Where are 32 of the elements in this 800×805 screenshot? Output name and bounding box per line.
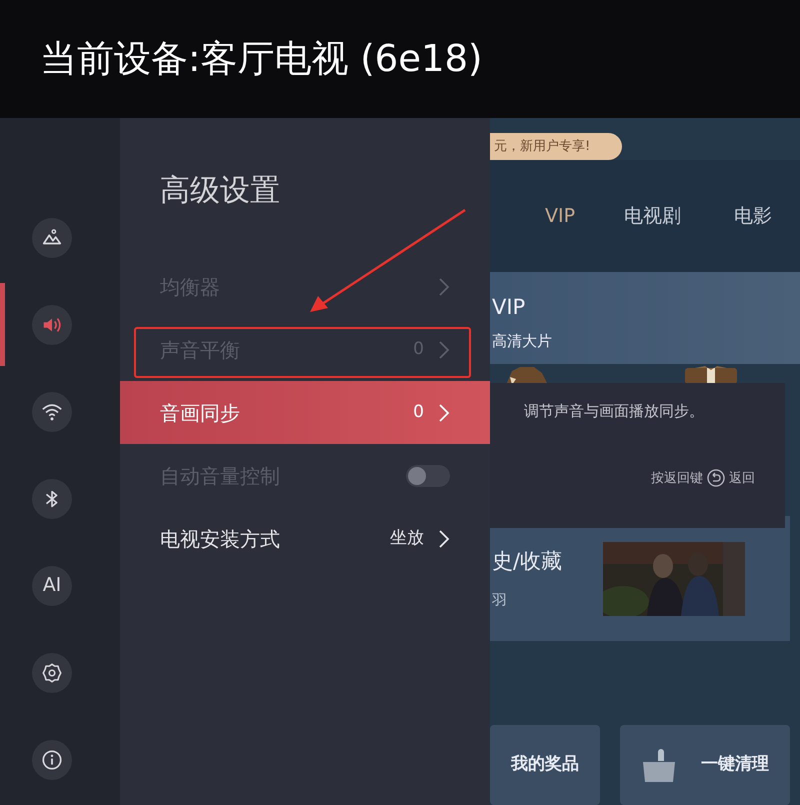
promo-banner: 元，新用户专享! [490, 133, 622, 160]
info-button[interactable] [32, 740, 72, 780]
chevron-icon [438, 276, 450, 296]
card-title: 史/收藏 [492, 548, 564, 574]
tooltip-text: 调节声音与画面播放同步。 [523, 401, 705, 422]
panel-title: 高级设置 [159, 172, 281, 210]
home-tile[interactable]: 我的奖品 [490, 725, 600, 805]
ai-button[interactable]: AI [32, 566, 72, 606]
broom-icon [643, 749, 675, 782]
category-tab[interactable]: VIP [545, 202, 576, 230]
chevron-icon [438, 528, 450, 548]
sound-button[interactable] [32, 304, 72, 344]
settings-item[interactable]: 音画同步 0 [120, 381, 490, 444]
card-subtitle: 羽 [492, 590, 508, 611]
card-title: VIP [492, 294, 526, 321]
settings-icon [41, 662, 63, 684]
back-icon [707, 469, 725, 488]
chevron-icon [438, 340, 450, 360]
hint-text: 按返回键 [651, 470, 703, 488]
settings-item[interactable]: 电视安装方式 坐放 [120, 507, 490, 570]
chevron-icon [438, 402, 450, 422]
category-tab[interactable]: 电影 [734, 202, 772, 230]
card-subtitle: 高清大片 [492, 330, 553, 352]
gear-button[interactable] [32, 652, 72, 692]
bluetooth-button[interactable] [32, 478, 72, 518]
info-icon [41, 748, 63, 770]
hint-text: 返回 [729, 470, 755, 488]
screen-title: 当前设备:客厅电视 (6e18) [40, 36, 482, 82]
home-tile[interactable]: 一键清理 [620, 725, 790, 805]
category-tab[interactable]: 电视剧 [624, 202, 682, 230]
wifi-button[interactable] [32, 392, 72, 432]
picture-button[interactable] [32, 218, 72, 258]
